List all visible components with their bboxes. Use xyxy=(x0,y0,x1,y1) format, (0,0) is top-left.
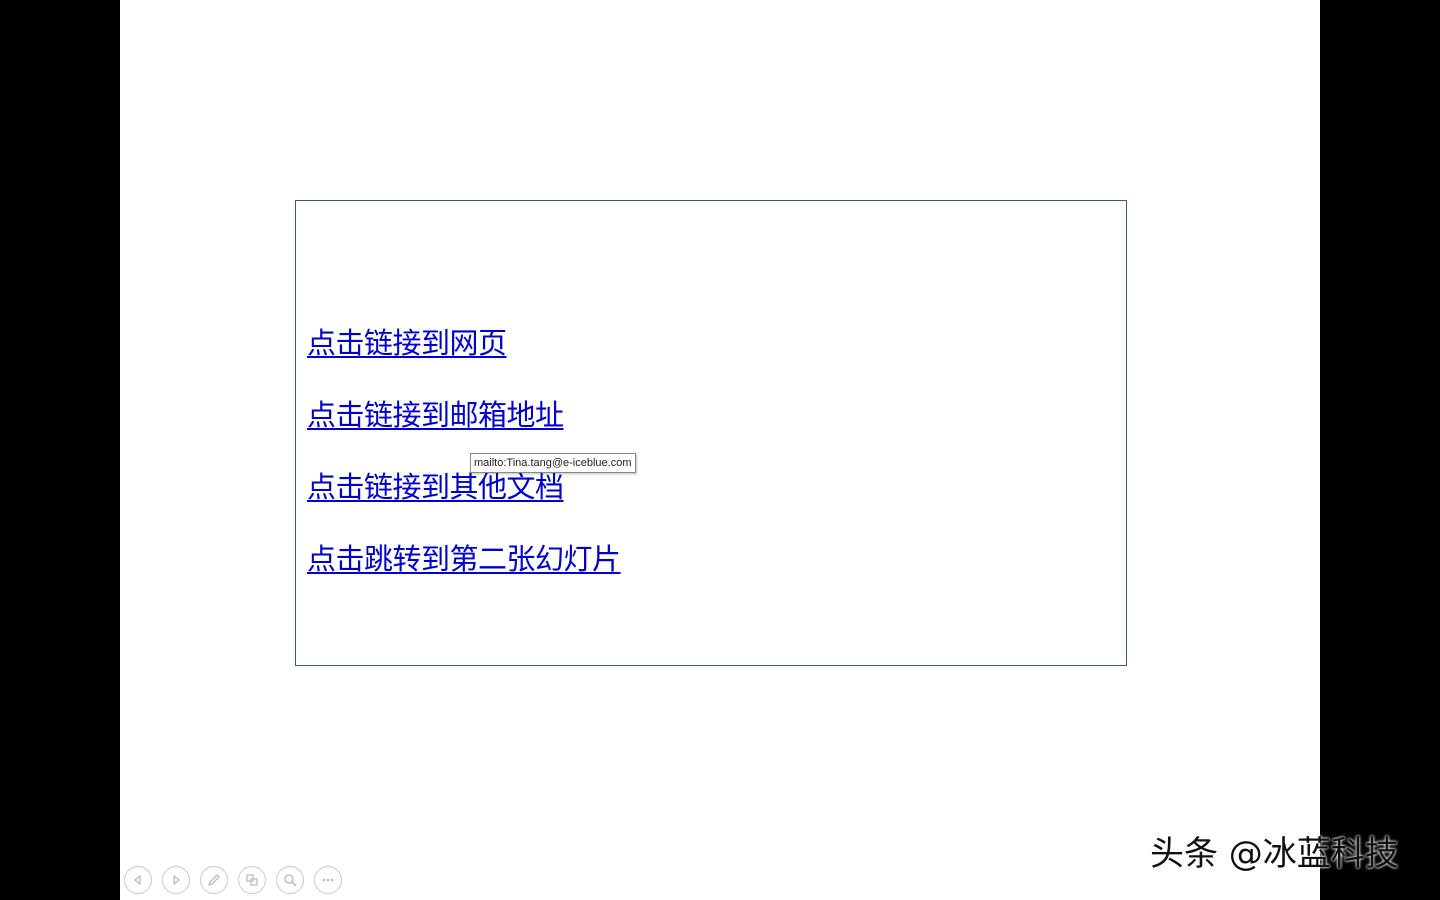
link-to-webpage[interactable]: 点击链接到网页 xyxy=(307,326,507,360)
link-to-other-document[interactable]: 点击链接到其他文档 xyxy=(307,470,564,504)
zoom-button[interactable] xyxy=(276,866,304,894)
slideshow-toolbar xyxy=(124,866,342,894)
previous-button[interactable] xyxy=(124,866,152,894)
link-to-second-slide[interactable]: 点击跳转到第二张幻灯片 xyxy=(307,542,621,576)
slide: 点击链接到网页 点击链接到邮箱地址 点击链接到其他文档 点击跳转到第二张幻灯片 … xyxy=(120,0,1320,900)
more-icon xyxy=(322,878,334,882)
watermark: 头条 @冰蓝科技 xyxy=(1150,834,1399,874)
slideshow-screen: 点击链接到网页 点击链接到邮箱地址 点击链接到其他文档 点击跳转到第二张幻灯片 … xyxy=(0,0,1440,900)
next-icon xyxy=(173,875,180,885)
pen-button[interactable] xyxy=(200,866,228,894)
slides-icon xyxy=(246,874,258,886)
next-button[interactable] xyxy=(162,866,190,894)
previous-icon xyxy=(134,875,141,885)
text-box: 点击链接到网页 点击链接到邮箱地址 点击链接到其他文档 点击跳转到第二张幻灯片 xyxy=(295,200,1127,666)
pen-icon xyxy=(208,874,220,886)
link-to-email[interactable]: 点击链接到邮箱地址 xyxy=(307,398,564,432)
more-options-button[interactable] xyxy=(314,866,342,894)
see-all-slides-button[interactable] xyxy=(238,866,266,894)
hyperlink-tooltip: mailto:Tina.tang@e-iceblue.com xyxy=(470,453,636,473)
zoom-icon xyxy=(284,874,297,887)
